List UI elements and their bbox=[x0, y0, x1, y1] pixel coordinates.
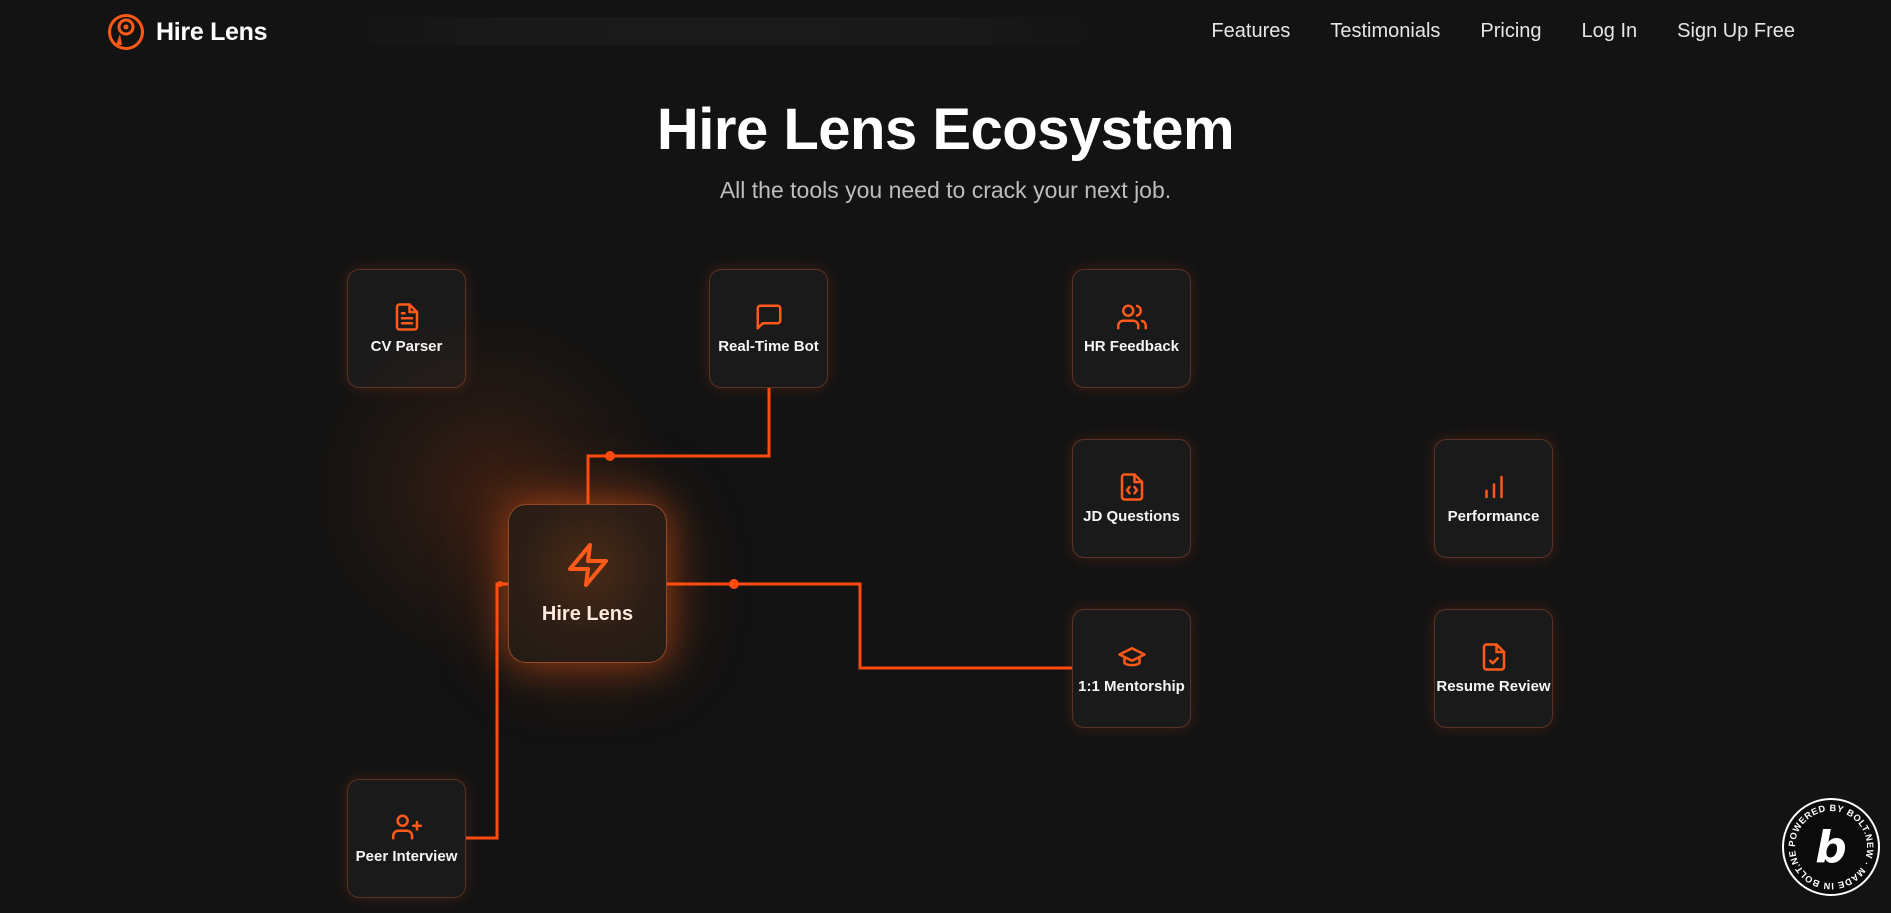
bar-chart-icon bbox=[1484, 475, 1503, 499]
connector-node-dot bbox=[729, 579, 739, 589]
tool-label: HR Feedback bbox=[1083, 338, 1180, 355]
chat-bubble-icon bbox=[756, 304, 781, 330]
nav-links: Features Testimonials Pricing Log In Sig… bbox=[1211, 20, 1795, 43]
page-title: Hire Lens Ecosystem bbox=[656, 97, 1235, 162]
connector-node-dot bbox=[497, 581, 503, 587]
connector-real-time-bot bbox=[586, 377, 771, 510]
tool-card-cv-parser[interactable]: CV Parser bbox=[347, 269, 466, 388]
bolt-badge-graphic: POWERED BY BOLT.NEW · MADE IN BOLT.NEW ·… bbox=[1779, 792, 1874, 891]
bolt-badge[interactable]: POWERED BY BOLT.NEW · MADE IN BOLT.NEW ·… bbox=[1779, 792, 1880, 896]
tool-card-hr-feedback[interactable]: HR Feedback bbox=[1072, 269, 1191, 388]
bolt-b-icon: b bbox=[1815, 822, 1847, 873]
nav-link-testimonials[interactable]: Testimonials bbox=[1330, 20, 1440, 43]
tool-label: CV Parser bbox=[370, 338, 443, 355]
hub-label: Hire Lens bbox=[541, 603, 634, 625]
tool-label: Peer Interview bbox=[355, 848, 458, 865]
nav-divider bbox=[320, 17, 1130, 45]
user-plus-icon bbox=[391, 814, 422, 840]
users-icon bbox=[1116, 304, 1147, 330]
tool-label: JD Questions bbox=[1083, 508, 1180, 525]
file-code-icon bbox=[1120, 473, 1143, 501]
nav-link-login[interactable]: Log In bbox=[1582, 20, 1638, 43]
tool-card-mentorship[interactable]: 1:1 Mentorship bbox=[1072, 609, 1191, 728]
tool-card-resume-review[interactable]: Resume Review bbox=[1434, 609, 1553, 728]
graduation-cap-icon bbox=[1117, 647, 1146, 667]
file-text-icon bbox=[395, 303, 418, 331]
file-check-icon bbox=[1482, 643, 1505, 671]
nav-link-signup[interactable]: Sign Up Free bbox=[1677, 20, 1795, 43]
tool-label: 1:1 Mentorship bbox=[1078, 678, 1185, 695]
page-subtitle: All the tools you need to crack your nex… bbox=[719, 177, 1172, 203]
top-navigation: Hire Lens Features Testimonials Pricing … bbox=[0, 0, 1891, 66]
tool-card-real-time-bot[interactable]: Real-Time Bot bbox=[709, 269, 828, 388]
brand-logo[interactable]: Hire Lens bbox=[106, 12, 268, 52]
connector-mentorship bbox=[662, 582, 1082, 670]
lightning-bolt-icon bbox=[567, 543, 608, 587]
tool-card-performance[interactable]: Performance bbox=[1434, 439, 1553, 558]
nav-link-features[interactable]: Features bbox=[1211, 20, 1290, 43]
brand-name: Hire Lens bbox=[156, 17, 268, 46]
tool-label: Performance bbox=[1447, 508, 1540, 525]
lens-logo-icon bbox=[108, 14, 144, 50]
connector-node-dot bbox=[605, 451, 615, 461]
tool-card-peer-interview[interactable]: Peer Interview bbox=[347, 779, 466, 898]
tool-label: Resume Review bbox=[1436, 678, 1551, 695]
hub-card-hire-lens[interactable]: Hire Lens bbox=[508, 504, 667, 663]
tool-label: Real-Time Bot bbox=[718, 338, 819, 355]
tool-card-jd-questions[interactable]: JD Questions bbox=[1072, 439, 1191, 558]
nav-link-pricing[interactable]: Pricing bbox=[1480, 20, 1541, 43]
